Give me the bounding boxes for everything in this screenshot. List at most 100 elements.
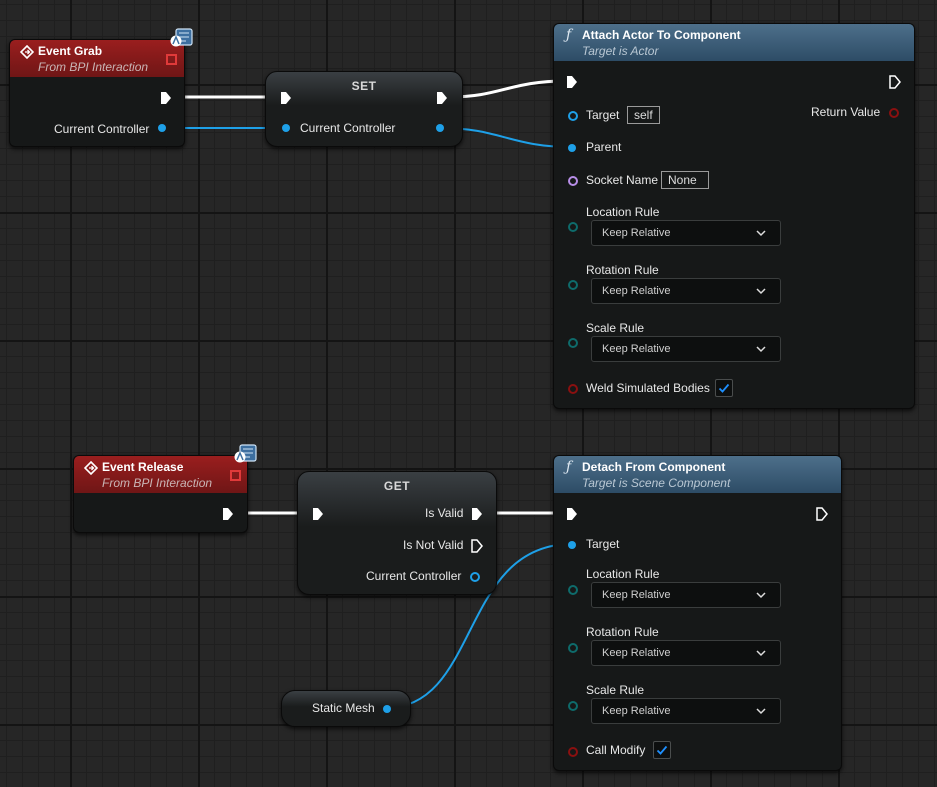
attach-actor-node[interactable]: ƒ Attach Actor To Component Target is Ac…	[553, 23, 915, 409]
detach-rotation-dropdown[interactable]: Keep Relative	[591, 640, 781, 666]
detach-target-pin[interactable]	[568, 541, 576, 549]
checkmark-icon	[656, 745, 668, 755]
attach-location-label: Location Rule	[586, 205, 660, 219]
detach-node[interactable]: ƒ Detach From Component Target is Scene …	[553, 455, 842, 771]
delegate-pin[interactable]	[166, 54, 177, 65]
chevron-down-icon	[756, 641, 766, 674]
function-f-icon: ƒ	[566, 459, 572, 475]
attach-weld-pin[interactable]	[568, 384, 578, 394]
chevron-down-icon	[756, 337, 766, 370]
exec-out-pin[interactable]	[160, 91, 172, 105]
set-controller-label: Current Controller	[300, 121, 396, 135]
attach-return-pin[interactable]	[889, 108, 899, 118]
exec-wire-set-attach	[449, 79, 567, 99]
get-node[interactable]: GET Is Valid Is Not Valid Current Contro…	[297, 471, 497, 595]
event-diamond-icon	[83, 460, 99, 478]
set-exec-out-pin[interactable]	[436, 91, 448, 105]
attach-exec-in-pin[interactable]	[566, 75, 578, 89]
attach-scale-pin[interactable]	[568, 338, 578, 348]
attach-rotation-dropdown[interactable]: Keep Relative	[591, 278, 781, 304]
event-grab-header[interactable]: Event Grab From BPI Interaction	[10, 40, 184, 77]
get-is-not-valid-label: Is Not Valid	[403, 538, 464, 552]
detach-location-value: Keep Relative	[602, 589, 671, 601]
detach-scale-pin[interactable]	[568, 701, 578, 711]
detach-exec-in-pin[interactable]	[566, 507, 578, 521]
checkmark-icon	[718, 383, 730, 393]
attach-location-pin[interactable]	[568, 222, 578, 232]
chevron-down-icon	[756, 699, 766, 732]
event-grab-subtitle: From BPI Interaction	[38, 60, 149, 74]
event-diamond-icon	[19, 44, 35, 62]
current-controller-label: Current Controller	[54, 122, 150, 136]
set-node[interactable]: SET Current Controller	[265, 71, 463, 147]
set-controller-in-pin[interactable]	[282, 124, 290, 132]
set-controller-out-pin[interactable]	[436, 124, 444, 132]
event-release-subtitle: From BPI Interaction	[102, 476, 213, 490]
attach-return-label: Return Value	[811, 105, 881, 119]
attach-socket-pin[interactable]	[568, 176, 578, 186]
event-release-title: Event Release	[102, 460, 184, 474]
get-is-valid-pin[interactable]	[471, 507, 483, 521]
detach-target-label: Target	[586, 537, 620, 551]
set-exec-in-pin[interactable]	[280, 91, 292, 105]
attach-socket-label: Socket Name	[586, 173, 659, 187]
attach-subtitle: Target is Actor	[582, 44, 659, 58]
attach-scale-value: Keep Relative	[602, 343, 671, 355]
chevron-down-icon	[756, 583, 766, 616]
event-grab-node[interactable]: Event Grab From BPI Interaction Current …	[9, 39, 185, 147]
detach-scale-value: Keep Relative	[602, 705, 671, 717]
detach-location-pin[interactable]	[568, 585, 578, 595]
detach-call-modify-label: Call Modify	[586, 743, 646, 757]
attach-scale-dropdown[interactable]: Keep Relative	[591, 336, 781, 362]
detach-rotation-pin[interactable]	[568, 643, 578, 653]
static-mesh-node[interactable]: Static Mesh	[281, 690, 411, 727]
chevron-down-icon	[756, 279, 766, 312]
detach-call-modify-pin[interactable]	[568, 747, 578, 757]
attach-rotation-pin[interactable]	[568, 280, 578, 290]
attach-target-field[interactable]: self	[627, 106, 660, 124]
function-f-icon: ƒ	[566, 27, 572, 43]
get-title: GET	[383, 479, 411, 493]
detach-header[interactable]: ƒ Detach From Component Target is Scene …	[554, 456, 841, 493]
current-controller-pin[interactable]	[158, 124, 166, 132]
attach-parent-label: Parent	[586, 140, 622, 154]
attach-rotation-label: Rotation Rule	[586, 263, 659, 277]
set-title: SET	[351, 79, 377, 93]
attach-target-pin[interactable]	[568, 111, 578, 121]
detach-exec-out-pin[interactable]	[816, 507, 828, 521]
attach-location-dropdown[interactable]: Keep Relative	[591, 220, 781, 246]
attach-exec-out-pin[interactable]	[889, 75, 901, 89]
detach-subtitle: Target is Scene Component	[582, 476, 731, 490]
get-is-not-valid-pin[interactable]	[471, 539, 483, 553]
release-exec-out-pin[interactable]	[222, 507, 234, 521]
detach-rotation-value: Keep Relative	[602, 647, 671, 659]
detach-title: Detach From Component	[582, 460, 726, 474]
detach-location-label: Location Rule	[586, 567, 660, 581]
detach-rotation-label: Rotation Rule	[586, 625, 659, 639]
static-mesh-label: Static Mesh	[312, 701, 375, 715]
attach-title: Attach Actor To Component	[582, 28, 741, 42]
detach-scale-label: Scale Rule	[586, 683, 645, 697]
get-exec-in-pin[interactable]	[312, 507, 324, 521]
get-controller-pin[interactable]	[470, 572, 480, 582]
attach-socket-field[interactable]: None	[661, 171, 709, 189]
attach-scale-label: Scale Rule	[586, 321, 645, 335]
event-release-header[interactable]: Event Release From BPI Interaction	[74, 456, 247, 493]
interface-badge-icon	[168, 27, 193, 49]
detach-scale-dropdown[interactable]: Keep Relative	[591, 698, 781, 724]
event-grab-title: Event Grab	[38, 44, 103, 58]
attach-header[interactable]: ƒ Attach Actor To Component Target is Ac…	[554, 24, 914, 61]
attach-location-value: Keep Relative	[602, 227, 671, 239]
attach-target-label: Target	[586, 108, 620, 122]
detach-location-dropdown[interactable]: Keep Relative	[591, 582, 781, 608]
static-mesh-pin[interactable]	[383, 705, 391, 713]
attach-parent-pin[interactable]	[568, 144, 576, 152]
get-is-valid-label: Is Valid	[425, 506, 464, 520]
attach-weld-checkbox[interactable]	[715, 379, 733, 397]
delegate-pin[interactable]	[230, 470, 241, 481]
detach-call-modify-checkbox[interactable]	[653, 741, 671, 759]
event-release-node[interactable]: Event Release From BPI Interaction	[73, 455, 248, 533]
chevron-down-icon	[756, 221, 766, 254]
interface-badge-icon	[232, 443, 257, 465]
attach-weld-label: Weld Simulated Bodies	[586, 381, 710, 395]
